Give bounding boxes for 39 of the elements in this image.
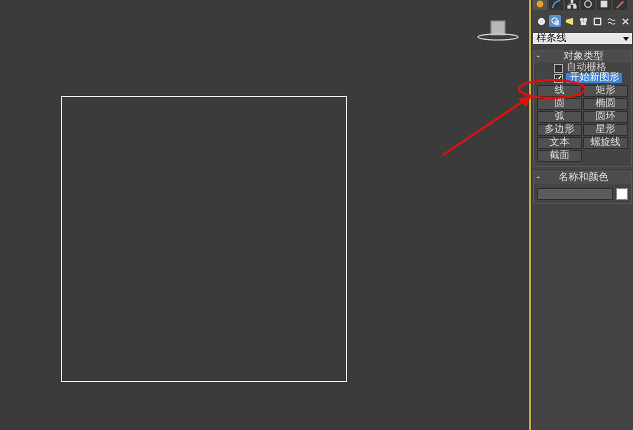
collapse-toggle[interactable]: -: [534, 52, 546, 62]
color-swatch[interactable]: [616, 188, 628, 200]
rollout-title: 名称和颜色: [558, 173, 610, 183]
checkbox-label: 开始新图形: [566, 73, 622, 83]
panel-tab[interactable]: [581, 0, 596, 10]
rollout-header[interactable]: - 名称和颜色: [534, 172, 631, 184]
collapse-toggle[interactable]: -: [534, 173, 546, 183]
panel-tab[interactable]: [533, 0, 548, 10]
viewcube-icon[interactable]: [476, 20, 520, 42]
arc-icon: [551, 0, 562, 9]
shape-button[interactable]: 圆环: [583, 111, 628, 123]
geometry-category-icon[interactable]: [535, 15, 548, 27]
shape-button[interactable]: 多边形: [537, 124, 582, 136]
subcategory-dropdown[interactable]: 样条线: [533, 33, 632, 44]
rollout-header[interactable]: - 对象类型: [534, 51, 631, 63]
shapes-category-icon[interactable]: [549, 15, 562, 27]
shape-button[interactable]: 文本: [537, 137, 582, 149]
shape-button[interactable]: 矩形: [583, 85, 628, 97]
name-field[interactable]: [537, 188, 613, 200]
shape-button[interactable]: 线: [537, 85, 582, 97]
shape-button[interactable]: 圆: [537, 98, 582, 110]
checkbox-label: 自动栅格: [566, 63, 606, 73]
sun-icon: [535, 0, 546, 9]
panel-tab[interactable]: [597, 0, 612, 10]
rollout-title: 对象类型: [562, 52, 604, 62]
shape-button[interactable]: 椭圆: [583, 98, 628, 110]
tree-icon: [567, 0, 578, 9]
helpers-category-icon[interactable]: [591, 15, 604, 27]
checkbox[interactable]: [554, 64, 564, 72]
panel-tab[interactable]: [565, 0, 580, 10]
shape-button[interactable]: 螺旋线: [583, 137, 628, 149]
lights-category-icon[interactable]: [563, 15, 576, 27]
shape-button[interactable]: 弧: [537, 111, 582, 123]
cameras-category-icon[interactable]: [577, 15, 590, 27]
shape-button[interactable]: 截面: [537, 150, 582, 162]
shape-button[interactable]: 星形: [583, 124, 628, 136]
panel-tab[interactable]: [549, 0, 564, 10]
circle-icon: [583, 0, 594, 9]
caret-icon: [623, 36, 629, 40]
